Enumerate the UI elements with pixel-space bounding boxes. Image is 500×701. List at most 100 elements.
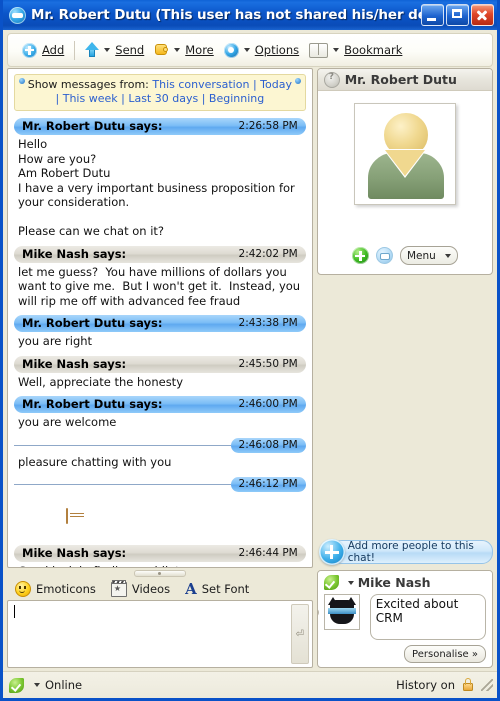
videos-button[interactable]: Videos <box>110 579 179 597</box>
toolbar-options-label: Options <box>254 43 300 57</box>
message-timestamp: 2:46:08 PM <box>230 437 306 453</box>
filter-separator: | <box>252 78 257 91</box>
pin-right-icon <box>294 78 301 84</box>
message-sender: Mike Nash says: <box>22 246 127 261</box>
set-font-label: Set Font <box>201 582 250 596</box>
emoticons-button[interactable]: Emoticons <box>15 581 105 597</box>
online-green-icon[interactable] <box>9 677 24 693</box>
toolbar-add-label: Add <box>42 43 65 57</box>
self-name: Mike Nash <box>357 575 431 590</box>
status-left: Online <box>9 677 396 693</box>
chat-bubble-icon[interactable] <box>375 247 393 264</box>
filter-separator: | <box>55 92 60 105</box>
chevron-down-icon[interactable] <box>34 683 40 687</box>
toolbar-add-button[interactable]: Add <box>17 38 69 62</box>
toolbar-bookmark-label: Bookmark <box>344 43 403 57</box>
add-green-icon[interactable] <box>351 247 369 264</box>
toolbar-options-button[interactable]: Options <box>219 38 304 62</box>
video-clapper-icon <box>110 579 127 597</box>
resize-grip-icon[interactable] <box>481 679 493 691</box>
message-text: pleasure chatting with you <box>18 454 172 469</box>
font-a-icon: A <box>185 579 197 598</box>
add-people-label[interactable]: Add more people to this chat! <box>330 540 493 564</box>
toolbar-send-button[interactable]: Send <box>80 38 149 62</box>
message-text <box>14 492 306 538</box>
set-font-button[interactable]: A Set Font <box>185 579 258 598</box>
contact-avatar[interactable] <box>353 103 456 205</box>
add-people-bar[interactable]: Add more people to this chat! <box>317 538 493 566</box>
ninja-avatar[interactable] <box>323 594 360 630</box>
continuation-rule <box>14 484 231 485</box>
book-icon <box>309 42 329 58</box>
self-status-row: Excited about CRM <box>317 594 492 640</box>
message-input-wrap[interactable]: ⏎ <box>7 600 313 668</box>
online-green-icon[interactable] <box>323 575 339 590</box>
filter-prefix: Show messages from: <box>27 78 149 91</box>
message-sender: Mr. Robert Dutu says: <box>22 119 163 133</box>
close-button[interactable] <box>471 4 494 26</box>
chevron-down-icon[interactable] <box>104 48 111 52</box>
chat-transcript-panel[interactable]: Show messages from: This conversation | … <box>7 68 313 568</box>
message-timestamp: 2:46:44 PM <box>238 546 298 559</box>
message-text: Hello How are you? Am Robert Dutu I have… <box>18 137 295 238</box>
message-timestamp: 2:46:12 PM <box>230 477 306 492</box>
messages-list: Mr. Robert Dutu says: 2:26:58 PM Hello H… <box>8 118 312 568</box>
personalise-button[interactable]: Personalise » <box>404 645 486 663</box>
maximize-button[interactable] <box>446 4 469 26</box>
filter-link-this-week[interactable]: This week <box>63 92 118 105</box>
panel-splitter[interactable] <box>7 568 313 578</box>
pin-left-icon <box>19 78 25 84</box>
toolbar-more-button[interactable]: More <box>149 38 219 62</box>
self-panel: Mike Nash Excited about CRM Personalise … <box>316 570 493 668</box>
bubble-knob-icon <box>317 608 319 617</box>
emoticons-label: Emoticons <box>36 582 96 596</box>
toolbar-separator <box>74 40 76 60</box>
filter-link-beginning[interactable]: Beginning <box>209 92 264 105</box>
self-status-message[interactable]: Excited about CRM <box>369 594 486 640</box>
chevron-down-icon[interactable] <box>174 48 181 52</box>
messenger-icon <box>9 6 26 24</box>
message-text: Well, appreciate the honesty <box>18 374 183 389</box>
filter-link-today[interactable]: Today <box>260 78 292 91</box>
contact-menu-label: Menu <box>406 249 436 262</box>
handshake-emoticon <box>65 507 68 524</box>
filter-link-last-30-days[interactable]: Last 30 days <box>128 92 198 105</box>
status-right: History on <box>396 678 493 692</box>
compose-toolbar: Emoticons Videos A Set Font <box>7 578 313 600</box>
message-continuation-header: 2:46:08 PM <box>14 437 306 453</box>
send-enter-icon[interactable]: ⏎ <box>290 604 309 664</box>
message-header: Mr. Robert Dutu says: 2:26:58 PM <box>14 118 306 135</box>
message-text: you are right <box>18 334 93 348</box>
minimize-button[interactable] <box>421 4 444 26</box>
chevron-down-icon[interactable] <box>243 48 250 52</box>
contact-actions: Menu <box>318 246 492 265</box>
message-sender: Mike Nash says: <box>22 545 127 560</box>
filter-link-this-conversation[interactable]: This conversation <box>152 78 249 91</box>
sidebar-column: Mr. Robert Dutu Menu <box>316 68 493 668</box>
message-continuation-header: 2:46:12 PM <box>14 477 306 492</box>
chevron-down-icon[interactable] <box>333 48 340 52</box>
self-panel-header: Mike Nash <box>317 571 492 594</box>
message-sender: Mr. Robert Dutu says: <box>22 316 163 330</box>
contact-panel: Mr. Robert Dutu Menu <box>316 68 493 275</box>
contact-menu-button[interactable]: Menu <box>399 246 458 265</box>
message-timestamp: 2:45:50 PM <box>238 357 298 370</box>
status-label[interactable]: Online <box>45 678 82 692</box>
message-header: Mike Nash says: 2:46:44 PM <box>14 544 306 562</box>
toolbar-send-label: Send <box>115 43 145 57</box>
message-text: Good luck in finding an idiot <box>14 562 306 568</box>
message-timestamp: 2:43:38 PM <box>238 317 298 329</box>
toolbar-bookmark-button[interactable]: Bookmark <box>304 38 407 62</box>
chat-window: Mr. Robert Dutu (This user has not share… <box>0 0 500 701</box>
chevron-down-icon[interactable] <box>347 580 354 585</box>
status-bar: Online History on <box>3 671 497 698</box>
message-input[interactable] <box>8 601 291 667</box>
message-timestamp: 2:46:00 PM <box>238 398 298 410</box>
add-people-icon[interactable] <box>318 539 345 565</box>
puzzle-icon <box>154 43 169 57</box>
splitter-grip[interactable] <box>133 569 186 577</box>
window-title: Mr. Robert Dutu (This user has not share… <box>31 7 421 23</box>
message-filter-bar: Show messages from: This conversation | … <box>14 74 306 111</box>
videos-label: Videos <box>131 582 171 596</box>
message-text: let me guess? You have millions of dolla… <box>18 264 304 308</box>
